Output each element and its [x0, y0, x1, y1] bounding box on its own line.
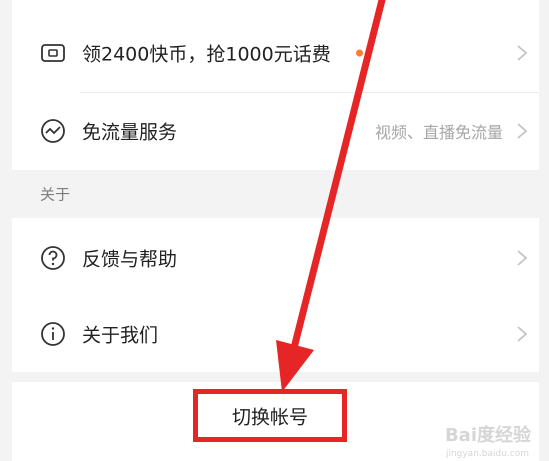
- watermark-logo: Bai度经验: [444, 425, 531, 446]
- watermark-url: jingyan.baidu.com: [445, 449, 529, 459]
- annotation-arrow: [276, 0, 386, 392]
